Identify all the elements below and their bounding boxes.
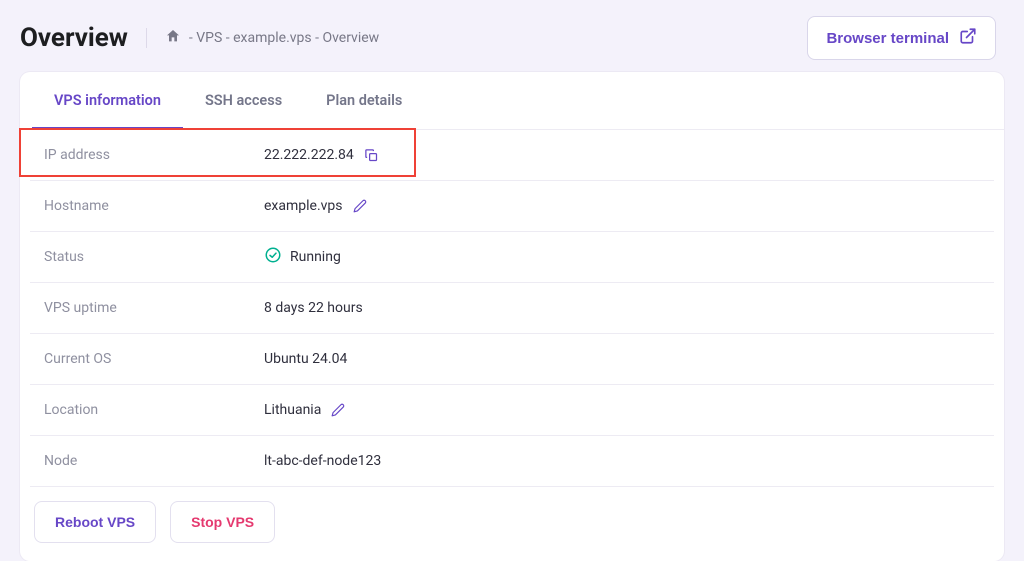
edit-location-icon[interactable] [331,403,345,417]
label-os: Current OS [34,351,264,367]
header-left: Overview - VPS - example.vps - Overview [20,23,379,53]
tabs: VPS information SSH access Plan details [20,72,1004,130]
browser-terminal-label: Browser terminal [826,30,949,47]
page-title: Overview [20,23,128,53]
row-ip-address: IP address 22.222.222.84 [30,130,994,181]
home-icon[interactable] [165,28,181,48]
external-link-icon [959,27,977,49]
status-text: Running [290,249,341,265]
hostname-text: example.vps [264,198,343,214]
stop-vps-button[interactable]: Stop VPS [170,501,275,543]
actions: Reboot VPS Stop VPS [20,487,1004,561]
location-text: Lithuania [264,402,321,418]
browser-terminal-button[interactable]: Browser terminal [807,16,996,60]
row-hostname: Hostname example.vps [30,181,994,232]
edit-hostname-icon[interactable] [353,199,367,213]
header: Overview - VPS - example.vps - Overview … [0,0,1024,72]
label-node: Node [34,453,264,469]
label-uptime: VPS uptime [34,300,264,316]
row-os: Current OS Ubuntu 24.04 [30,334,994,385]
tab-ssh-access[interactable]: SSH access [183,72,304,129]
value-node: lt-abc-def-node123 [264,453,381,469]
breadcrumb-text: - VPS - example.vps - Overview [189,30,379,46]
ip-address-text: 22.222.222.84 [264,147,354,163]
breadcrumb[interactable]: - VPS - example.vps - Overview [146,28,379,48]
label-location: Location [34,402,264,418]
row-location: Location Lithuania [30,385,994,436]
value-status: Running [264,246,341,268]
check-circle-icon [264,246,282,268]
status-badge: Running [264,246,341,268]
row-status: Status Running [30,232,994,283]
value-hostname: example.vps [264,198,367,214]
reboot-vps-button[interactable]: Reboot VPS [34,501,156,543]
value-ip-address: 22.222.222.84 [264,147,379,163]
label-hostname: Hostname [34,198,264,214]
label-status: Status [34,249,264,265]
value-os: Ubuntu 24.04 [264,351,347,367]
row-node: Node lt-abc-def-node123 [30,436,994,487]
row-uptime: VPS uptime 8 days 22 hours [30,283,994,334]
tab-vps-information[interactable]: VPS information [32,72,183,129]
copy-icon[interactable] [364,148,379,163]
value-uptime: 8 days 22 hours [264,300,363,316]
info-rows: IP address 22.222.222.84 Hostname exampl… [20,130,1004,487]
label-ip-address: IP address [34,147,264,163]
vps-card: VPS information SSH access Plan details … [20,72,1004,561]
tab-plan-details[interactable]: Plan details [304,72,424,129]
value-location: Lithuania [264,402,345,418]
